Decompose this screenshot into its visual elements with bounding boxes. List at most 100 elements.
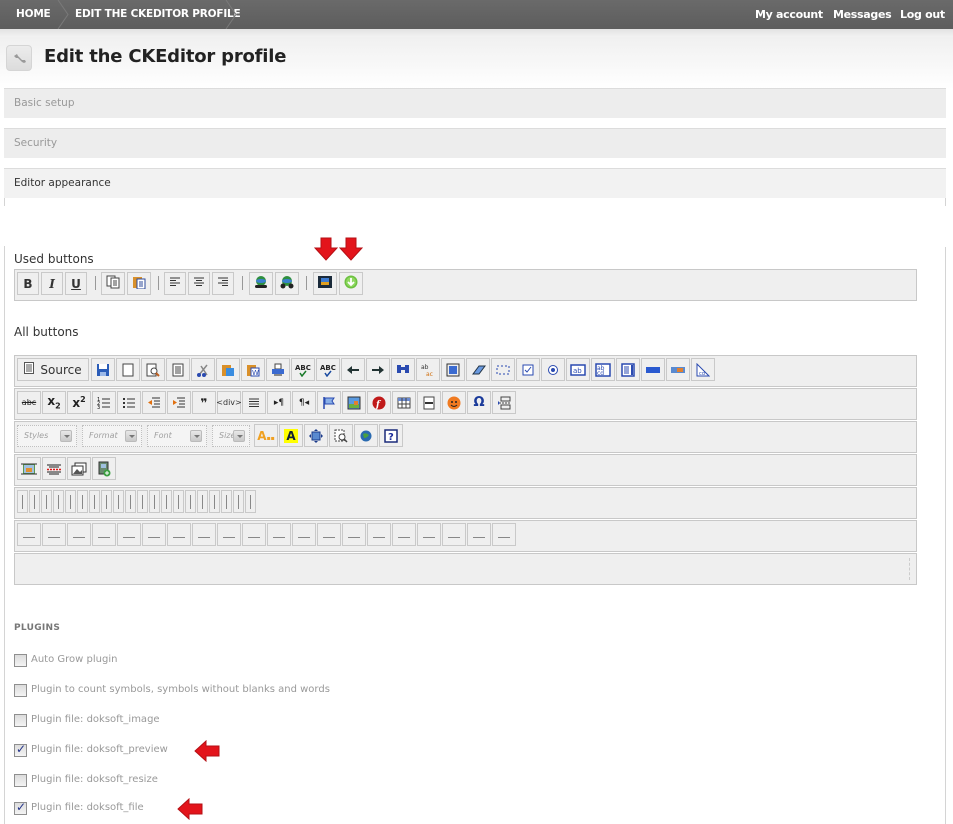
blockquote-button[interactable]: ❞ (192, 391, 216, 414)
bidi-rtl-button[interactable]: ¶◂ (292, 391, 316, 414)
separator-item[interactable] (17, 490, 28, 513)
checkbox-button[interactable] (516, 358, 540, 381)
section-editor-appearance[interactable]: Editor appearance (4, 168, 946, 198)
log-out-link[interactable]: Log out (900, 0, 945, 29)
subscript-button[interactable]: x2 (42, 391, 66, 414)
spacer-item[interactable] (467, 523, 491, 546)
indent-button[interactable] (167, 391, 191, 414)
font-combo[interactable]: Font (147, 425, 207, 447)
spacer-item[interactable] (417, 523, 441, 546)
separator-item[interactable] (29, 490, 40, 513)
doksoft-file-button[interactable] (339, 272, 363, 295)
doksoft-file-button[interactable] (92, 457, 116, 480)
show-blocks-button[interactable] (329, 424, 353, 447)
separator-item[interactable] (113, 490, 124, 513)
numbered-list-button[interactable]: 123 (92, 391, 116, 414)
spacer-item[interactable] (317, 523, 341, 546)
justify-block-button[interactable] (242, 391, 266, 414)
size-combo[interactable]: Size (212, 425, 250, 447)
spacer-item[interactable] (217, 523, 241, 546)
paste-word-button[interactable]: W (241, 358, 265, 381)
spacer-item[interactable] (492, 523, 516, 546)
templates-button[interactable] (166, 358, 190, 381)
spacer-item[interactable] (117, 523, 141, 546)
special-char-button[interactable]: Ω (467, 391, 491, 414)
preview-button[interactable] (141, 358, 165, 381)
help-button[interactable]: ? (379, 424, 403, 447)
align-right-button[interactable] (212, 272, 234, 295)
plugin-label[interactable]: Plugin file: doksoft_image (31, 714, 160, 725)
separator-item[interactable] (77, 490, 88, 513)
separator-item[interactable] (221, 490, 232, 513)
table-button[interactable] (392, 391, 416, 414)
separator-item[interactable] (173, 490, 184, 513)
strike-button[interactable]: abc (17, 391, 41, 414)
align-left-button[interactable] (164, 272, 186, 295)
form-button[interactable] (491, 358, 515, 381)
replace-button[interactable]: ab ac (416, 358, 440, 381)
superscript-button[interactable]: x2 (67, 391, 91, 414)
plugin-label[interactable]: Auto Grow plugin (31, 654, 117, 665)
copy-button[interactable] (101, 272, 125, 295)
spacer-item[interactable] (267, 523, 291, 546)
breadcrumb-home[interactable]: HOME (16, 0, 51, 29)
separator-item[interactable] (197, 490, 208, 513)
section-basic-setup[interactable]: Basic setup (4, 88, 946, 118)
spacer-item[interactable] (342, 523, 366, 546)
link-button[interactable] (249, 272, 273, 295)
doksoft-resize-button[interactable] (42, 457, 66, 480)
text-color-button[interactable]: A▪▪ (254, 424, 278, 447)
spacer-item[interactable] (392, 523, 416, 546)
select-button[interactable] (616, 358, 640, 381)
plugin-checkbox[interactable] (14, 714, 27, 727)
spacer-item[interactable] (92, 523, 116, 546)
plugin-label[interactable]: Plugin file: doksoft_preview (31, 744, 168, 755)
styles-combo[interactable]: Styles (17, 425, 77, 447)
italic-button[interactable]: I (41, 272, 63, 295)
plugin-checkbox[interactable] (14, 800, 27, 815)
spacer-item[interactable] (292, 523, 316, 546)
section-security[interactable]: Security (4, 128, 946, 158)
bold-button[interactable]: B (17, 272, 39, 295)
separator-item[interactable] (149, 490, 160, 513)
image-button-button[interactable] (666, 358, 690, 381)
button-button[interactable] (641, 358, 665, 381)
doksoft-image-button[interactable] (17, 457, 41, 480)
save-button[interactable] (91, 358, 115, 381)
anchor-button[interactable] (317, 391, 341, 414)
source-button[interactable]: Source (17, 358, 89, 381)
page-break-button[interactable] (492, 391, 516, 414)
plugin-checkbox[interactable] (14, 774, 27, 787)
create-div-button[interactable]: <div> (216, 391, 242, 414)
redo-button[interactable] (366, 358, 390, 381)
bidi-ltr-button[interactable]: ▸¶ (267, 391, 291, 414)
separator-item[interactable] (137, 490, 148, 513)
bg-color-button[interactable]: A (279, 424, 303, 447)
plugin-checkbox[interactable] (14, 742, 27, 757)
my-account-link[interactable]: My account (755, 0, 823, 29)
about-button[interactable] (354, 424, 378, 447)
select-all-button[interactable] (441, 358, 465, 381)
image-button[interactable] (342, 391, 366, 414)
separator-item[interactable] (209, 490, 220, 513)
separator-item[interactable] (65, 490, 76, 513)
cut-button[interactable] (191, 358, 215, 381)
spacer-item[interactable] (442, 523, 466, 546)
maximize-button[interactable] (304, 424, 328, 447)
spacer-item[interactable] (42, 523, 66, 546)
separator-item[interactable] (101, 490, 112, 513)
separator-item[interactable] (185, 490, 196, 513)
doksoft-image-button[interactable] (313, 272, 337, 295)
flash-button[interactable]: f (367, 391, 391, 414)
hidden-field-button[interactable]: cd (691, 358, 715, 381)
spacer-item[interactable] (67, 523, 91, 546)
plugin-checkbox[interactable] (14, 684, 27, 697)
separator-item[interactable] (245, 490, 256, 513)
breadcrumb-current[interactable]: EDIT THE CKEDITOR PROFILE (75, 0, 241, 29)
plugin-checkbox[interactable] (14, 654, 27, 667)
paste-text-button[interactable] (216, 358, 240, 381)
textarea-button[interactable]: ab cd (591, 358, 615, 381)
separator-item[interactable] (161, 490, 172, 513)
print-button[interactable] (266, 358, 290, 381)
unlink-button[interactable] (275, 272, 299, 295)
